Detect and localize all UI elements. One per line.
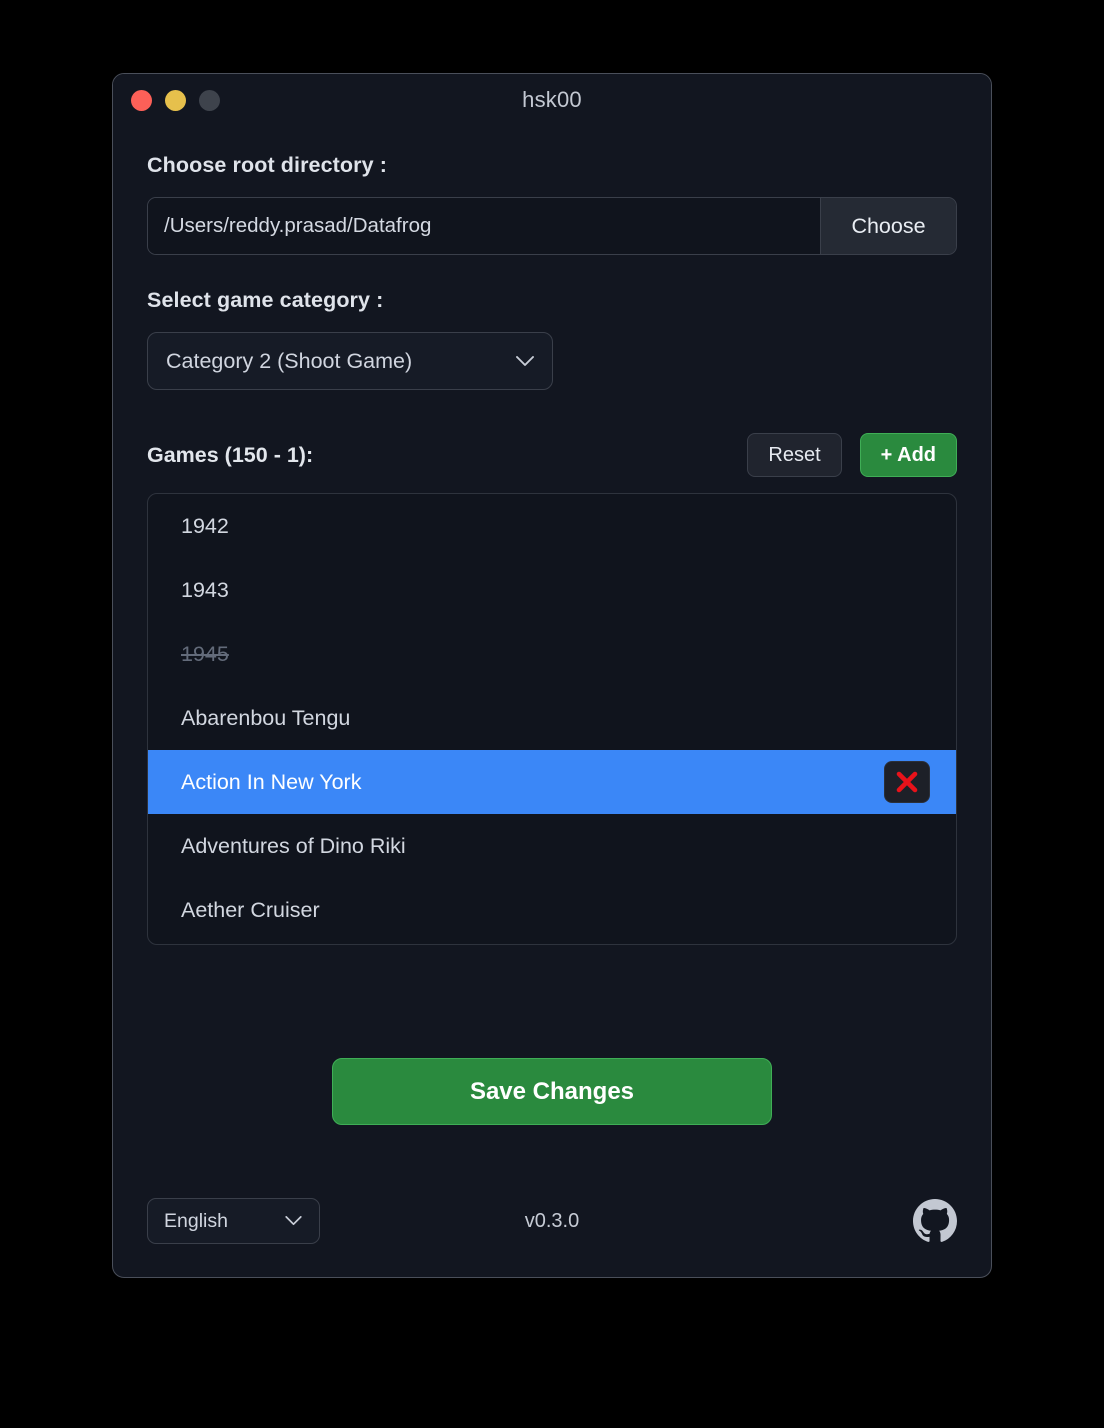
chevron-down-icon <box>516 355 534 367</box>
game-list-item[interactable]: 1943 <box>148 558 956 622</box>
window-title: hsk00 <box>522 87 582 112</box>
games-header: Games (150 - 1): Reset + Add <box>147 433 957 477</box>
save-changes-button[interactable]: Save Changes <box>332 1058 772 1125</box>
chevron-down-icon <box>285 1215 303 1227</box>
game-name: Aether Cruiser <box>181 897 320 922</box>
language-value: English <box>164 1209 228 1232</box>
save-area: Save Changes <box>147 1058 957 1125</box>
game-category-label: Select game category : <box>147 288 384 312</box>
delete-game-button[interactable] <box>884 761 930 803</box>
language-select[interactable]: English <box>147 1198 320 1244</box>
game-list-item[interactable]: 1942 <box>148 494 956 558</box>
game-list-item[interactable]: Adventures of Dino Riki <box>148 814 956 878</box>
minimize-window-icon[interactable] <box>165 89 186 111</box>
game-category-value: Category 2 (Shoot Game) <box>166 348 413 373</box>
maximize-window-icon[interactable] <box>199 89 220 111</box>
games-count-label: Games (150 - 1): <box>147 442 314 467</box>
game-name: 1942 <box>181 513 229 538</box>
game-name: Adventures of Dino Riki <box>181 833 406 858</box>
games-list[interactable]: 1942 1943 1945 Abarenbou Tengu Action In New… <box>147 493 957 945</box>
title-bar: hsk00 <box>113 74 991 126</box>
game-list-item[interactable]: Abarenbou Tengu <box>148 686 956 750</box>
screen: hsk00 Choose root directory : Choose Sel… <box>0 0 1104 1428</box>
footer-bar: English v0.3.0 <box>147 1198 957 1244</box>
close-window-icon[interactable] <box>131 89 152 111</box>
game-name: Abarenbou Tengu <box>181 705 351 730</box>
add-game-button[interactable]: + Add <box>859 433 957 477</box>
game-category-select[interactable]: Category 2 (Shoot Game) <box>147 332 553 390</box>
game-list-item[interactable]: Action In New York <box>148 750 956 814</box>
game-list-item[interactable]: 1945 <box>148 622 956 686</box>
reset-button[interactable]: Reset <box>747 433 842 477</box>
root-directory-row: Choose <box>147 197 957 255</box>
app-window: hsk00 Choose root directory : Choose Sel… <box>112 73 992 1278</box>
choose-directory-button[interactable]: Choose <box>820 198 956 254</box>
red-x-icon <box>896 771 918 793</box>
github-icon[interactable] <box>913 1199 957 1243</box>
game-name: 1945 <box>181 641 229 666</box>
root-directory-label: Choose root directory : <box>147 153 388 177</box>
game-name: 1943 <box>181 577 229 602</box>
window-controls <box>131 74 220 126</box>
window-content: Choose root directory : Choose Select ga… <box>113 153 991 1244</box>
root-directory-input[interactable] <box>148 198 820 254</box>
game-name: Action In New York <box>181 769 362 794</box>
game-list-item[interactable]: Aether Cruiser <box>148 878 956 942</box>
